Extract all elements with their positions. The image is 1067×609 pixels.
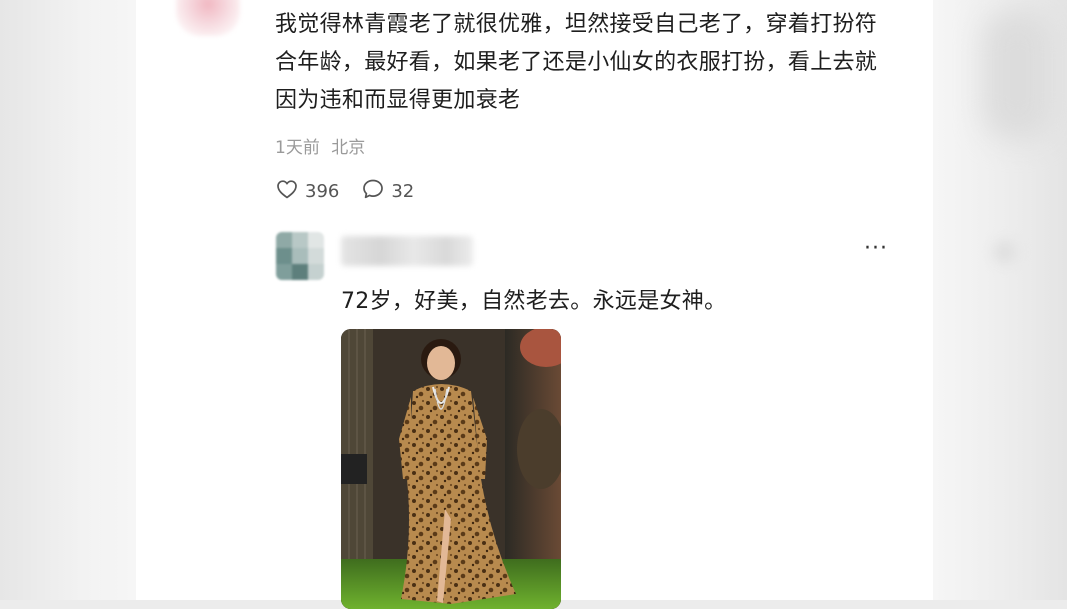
reply-count: 32 bbox=[391, 180, 415, 202]
comment-actions: 396 32 bbox=[275, 176, 436, 206]
reply-username-blurred[interactable] bbox=[341, 236, 473, 266]
reply-avatar[interactable] bbox=[276, 232, 324, 280]
comment-time: 1天前 bbox=[275, 138, 320, 158]
like-button[interactable]: 396 bbox=[275, 177, 339, 206]
comment-text: 我觉得林青霞老了就很优雅，坦然接受自己老了，穿着打扮符合年龄，最好看，如果老了还… bbox=[275, 12, 878, 113]
more-dots-icon: ··· bbox=[864, 236, 888, 261]
reply-button[interactable]: 32 bbox=[361, 177, 414, 206]
comment-meta: 1天前 北京 bbox=[275, 133, 365, 158]
left-blurred-background bbox=[0, 0, 136, 600]
runway-photo-illustration bbox=[341, 329, 561, 609]
blurred-dot bbox=[993, 240, 1017, 264]
more-options-button[interactable]: ··· bbox=[864, 236, 888, 261]
reply-text: 72岁，好美，自然老去。永远是女神。 bbox=[341, 289, 727, 314]
reply-photo[interactable] bbox=[341, 329, 561, 609]
like-count: 396 bbox=[305, 180, 340, 202]
right-blurred-background bbox=[933, 0, 1067, 600]
comment-location: 北京 bbox=[331, 138, 366, 158]
blurred-shape bbox=[983, 10, 1053, 140]
commenter-avatar[interactable] bbox=[176, 0, 240, 36]
speech-bubble-icon bbox=[361, 177, 391, 206]
heart-outline-icon bbox=[275, 177, 305, 206]
comment-card: 我觉得林青霞老了就很优雅，坦然接受自己老了，穿着打扮符合年龄，最好看，如果老了还… bbox=[136, 0, 933, 609]
